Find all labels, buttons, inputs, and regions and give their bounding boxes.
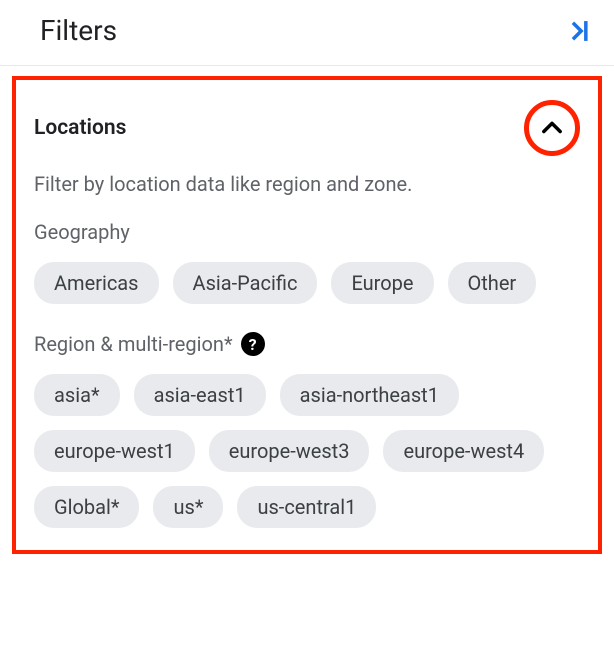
locations-filter-panel: Locations Filter by location data like r… [12,76,602,554]
locations-description: Filter by location data like region and … [34,170,580,198]
collapse-panel-button[interactable] [566,17,594,45]
geography-chip[interactable]: Europe [331,262,433,304]
region-chip[interactable]: Global* [34,486,139,528]
collapse-locations-button[interactable] [524,100,580,156]
locations-section-title: Locations [34,116,126,140]
geography-chip[interactable]: Other [448,262,537,304]
region-chip[interactable]: europe-west1 [34,430,195,472]
collapse-right-icon [566,17,594,45]
geography-group-label: Geography [34,220,580,244]
filters-header: Filters [0,0,614,66]
region-label-text: Region & multi-region* [34,332,233,356]
geography-chip[interactable]: Americas [34,262,159,304]
geography-chip[interactable]: Asia-Pacific [173,262,318,304]
region-chip[interactable]: us* [153,486,223,528]
page-title: Filters [40,14,117,47]
region-chip[interactable]: asia-northeast1 [280,374,459,416]
region-group-label: Region & multi-region* ? [34,332,580,356]
region-chip[interactable]: europe-west4 [383,430,544,472]
geography-chip-group: Americas Asia-Pacific Europe Other [34,262,580,304]
region-chip[interactable]: us-central1 [237,486,376,528]
geography-label-text: Geography [34,220,130,244]
region-chip[interactable]: asia-east1 [134,374,266,416]
region-chip[interactable]: asia* [34,374,120,416]
region-chip[interactable]: europe-west3 [209,430,370,472]
region-chip-group: asia* asia-east1 asia-northeast1 europe-wes… [34,374,580,528]
chevron-up-icon [538,114,566,142]
help-icon[interactable]: ? [241,332,265,356]
